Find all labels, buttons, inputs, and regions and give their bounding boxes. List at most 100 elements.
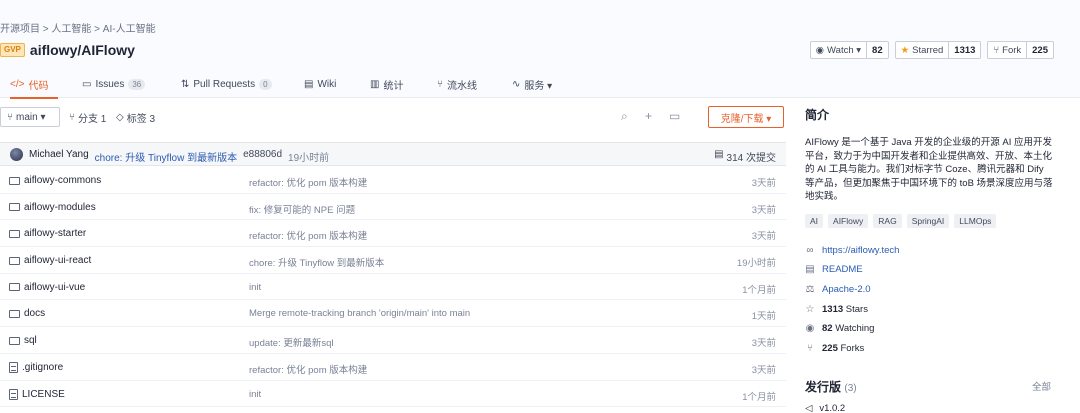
topic-tag[interactable]: SpringAI <box>906 214 950 228</box>
file-commit-message[interactable]: refactor: 优化 pom 版本构建 <box>249 362 367 376</box>
repo-actions: ◉ Watch ▾ 82 ★ Starred 1313 ⑂ Fork 225 <box>809 41 1054 59</box>
file-commit-message[interactable]: init <box>249 282 261 293</box>
list-item[interactable]: aiflowy-starter refactor: 优化 pom 版本构建 3天… <box>0 220 786 248</box>
clone-download-button[interactable]: 克隆/下载 ▾ <box>708 106 784 128</box>
file-name[interactable]: LICENSE <box>22 389 65 400</box>
list-item[interactable]: LICENSE init 1个月前 <box>0 381 786 408</box>
fork-icon: ⑂ <box>993 44 1000 56</box>
list-item[interactable]: aiflowy-commons refactor: 优化 pom 版本构建 3天… <box>0 167 786 194</box>
forks-label: Forks <box>840 343 865 354</box>
topic-tag[interactable]: RAG <box>873 214 902 228</box>
star-count[interactable]: 1313 <box>949 42 980 58</box>
forks-stat[interactable]: ⑂ 225 Forks <box>805 343 864 354</box>
file-commit-time: 3天前 <box>751 178 776 189</box>
eye-icon: ◉ <box>815 44 825 56</box>
intro-heading: 简介 <box>805 108 830 122</box>
tab-stats[interactable]: ▥ 统计 <box>370 70 403 98</box>
commit-count: 314 次提交 <box>726 153 776 164</box>
website-link[interactable]: ∞ https://aiflowy.tech <box>805 245 899 256</box>
file-name[interactable]: aiflowy-commons <box>24 175 101 186</box>
license-link[interactable]: ⚖ Apache-2.0 <box>805 284 871 295</box>
readme-link[interactable]: ▤ README <box>805 264 862 275</box>
branch-label: main ▾ <box>16 111 46 123</box>
repo-name[interactable]: aiflowy/AIFlowy <box>30 42 135 58</box>
watch-count[interactable]: 82 <box>867 42 888 58</box>
file-name[interactable]: docs <box>24 308 45 319</box>
file-name[interactable]: aiflowy-modules <box>24 202 96 213</box>
file-commit-message[interactable]: refactor: 优化 pom 版本构建 <box>249 228 367 242</box>
web-ide-icon[interactable]: ▭ <box>669 109 680 123</box>
star-button[interactable]: ★ Starred 1313 <box>894 41 982 59</box>
tags-link[interactable]: ◇ 标签 3 <box>116 110 155 125</box>
gvp-badge: GVP <box>0 43 25 57</box>
branches-link[interactable]: ⑂ 分支 1 <box>69 110 106 125</box>
commit-author[interactable]: Michael Yang <box>29 149 89 164</box>
stars-stat[interactable]: ☆ 1313 Stars <box>805 304 868 315</box>
fork-count[interactable]: 225 <box>1027 42 1053 58</box>
tab-code[interactable]: </> 代码 <box>10 70 58 99</box>
file-commit-time: 3天前 <box>751 364 776 376</box>
pull-request-icon: ⇅ <box>181 78 190 90</box>
file-name[interactable]: sql <box>24 335 37 346</box>
file-commit-message[interactable]: chore: 升级 Tinyflow 到最新版本 <box>249 255 384 269</box>
file-name[interactable]: aiflowy-starter <box>24 228 86 239</box>
file-commit-message[interactable]: refactor: 优化 pom 版本构建 <box>249 175 367 189</box>
tab-label: Wiki <box>317 78 337 90</box>
commit-hash[interactable]: e88806d <box>243 149 282 164</box>
breadcrumb[interactable]: 开源项目 > 人工智能 > AI-人工智能 <box>0 20 156 35</box>
list-item[interactable]: aiflowy-modules fix: 修复可能的 NPE 问题 3天前 <box>0 194 786 221</box>
fork-button[interactable]: ⑂ Fork 225 <box>987 41 1054 59</box>
file-commit-message[interactable]: init <box>249 389 261 400</box>
stars-count: 1313 <box>822 304 844 315</box>
tab-services[interactable]: ∿ 服务 ▾ <box>512 70 552 98</box>
tab-wiki[interactable]: ▤ Wiki <box>304 70 336 98</box>
file-commit-time: 1个月前 <box>742 391 776 403</box>
branch-selector[interactable]: ⑂ main ▾ <box>0 107 60 127</box>
list-item[interactable]: docs Merge remote-tracking branch 'origi… <box>0 300 786 328</box>
add-file-icon[interactable]: + <box>645 109 652 123</box>
file-list: aiflowy-commons refactor: 优化 pom 版本构建 3天… <box>0 167 786 408</box>
commit-message[interactable]: chore: 升级 Tinyflow 到最新版本 <box>95 149 237 164</box>
topic-tag[interactable]: AI <box>805 214 824 228</box>
tab-label: 流水线 <box>447 80 477 92</box>
releases-all-link[interactable]: 全部 <box>1032 379 1051 393</box>
issues-count-badge: 36 <box>128 78 146 90</box>
topic-tag[interactable]: AIFlowy <box>828 214 869 228</box>
list-item[interactable]: aiflowy-ui-vue init 1个月前 <box>0 274 786 301</box>
tab-pipeline[interactable]: ⑂ 流水线 <box>437 70 477 98</box>
tab-pull-requests[interactable]: ⇅ Pull Requests 0 <box>181 70 272 98</box>
history-icon: ▤ <box>714 149 724 160</box>
file-commit-message[interactable]: update: 更新最新sql <box>249 335 333 349</box>
repo-description: AIFlowy 是一个基于 Java 开发的企业级的开源 AI 应用开发平台，致… <box>805 137 1053 202</box>
file-commit-message[interactable]: Merge remote-tracking branch 'origin/mai… <box>249 308 470 319</box>
releases-heading[interactable]: 发行版 <box>805 380 841 394</box>
branches-label: 分支 1 <box>78 114 107 125</box>
repo-title: GVP aiflowy/AIFlowy <box>0 41 135 59</box>
watching-stat[interactable]: ◉ 82 Watching <box>805 323 875 334</box>
tab-label: 代码 <box>28 80 49 92</box>
latest-release[interactable]: ◁ v1.0.2 <box>805 403 845 413</box>
release-version: v1.0.2 <box>819 403 846 413</box>
tab-issues[interactable]: ▭ Issues 36 <box>82 70 146 98</box>
eye-icon: ◉ <box>805 323 815 334</box>
file-commit-message[interactable]: fix: 修复可能的 NPE 问题 <box>249 202 355 216</box>
list-item[interactable]: .gitignore refactor: 优化 pom 版本构建 3天前 <box>0 354 786 381</box>
folder-icon <box>9 256 20 265</box>
avatar[interactable] <box>10 148 23 161</box>
list-item[interactable]: sql update: 更新最新sql 3天前 <box>0 327 786 354</box>
file-name[interactable]: .gitignore <box>22 362 63 373</box>
chart-icon: ▥ <box>370 78 380 90</box>
search-icon[interactable]: ⌕ <box>621 109 628 124</box>
commit-count-link[interactable]: ▤ 314 次提交 <box>714 149 776 164</box>
tab-label: Pull Requests <box>193 78 256 90</box>
file-commit-time: 1天前 <box>751 311 776 323</box>
file-name[interactable]: aiflowy-ui-react <box>24 255 91 266</box>
watch-button[interactable]: ◉ Watch ▾ 82 <box>809 41 889 59</box>
watch-label: Watch ▾ <box>827 44 862 56</box>
topic-tag[interactable]: LLMOps <box>954 214 997 228</box>
star-icon: ★ <box>900 44 910 56</box>
star-outline-icon: ☆ <box>805 304 815 315</box>
tab-label: 统计 <box>383 80 404 92</box>
list-item[interactable]: aiflowy-ui-react chore: 升级 Tinyflow 到最新版… <box>0 247 786 274</box>
file-name[interactable]: aiflowy-ui-vue <box>24 282 85 293</box>
